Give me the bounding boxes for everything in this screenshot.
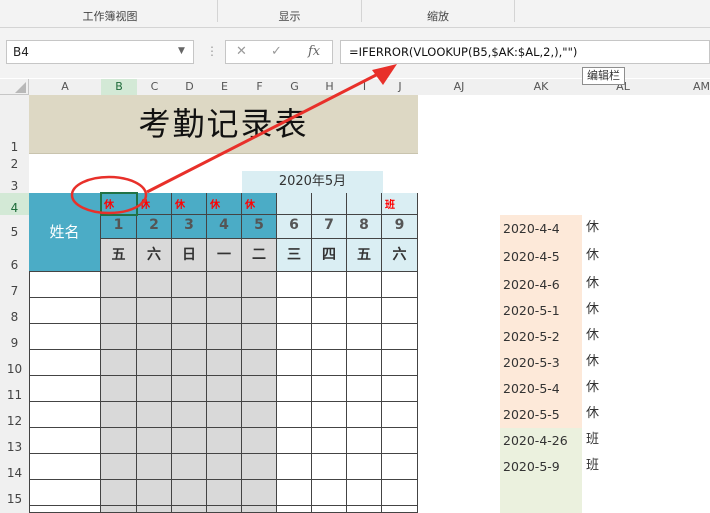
annotation-arrowhead	[372, 64, 397, 85]
highlight-circle	[70, 175, 148, 215]
annotation-overlay	[70, 64, 397, 215]
annotation-arrow-line	[146, 71, 381, 194]
